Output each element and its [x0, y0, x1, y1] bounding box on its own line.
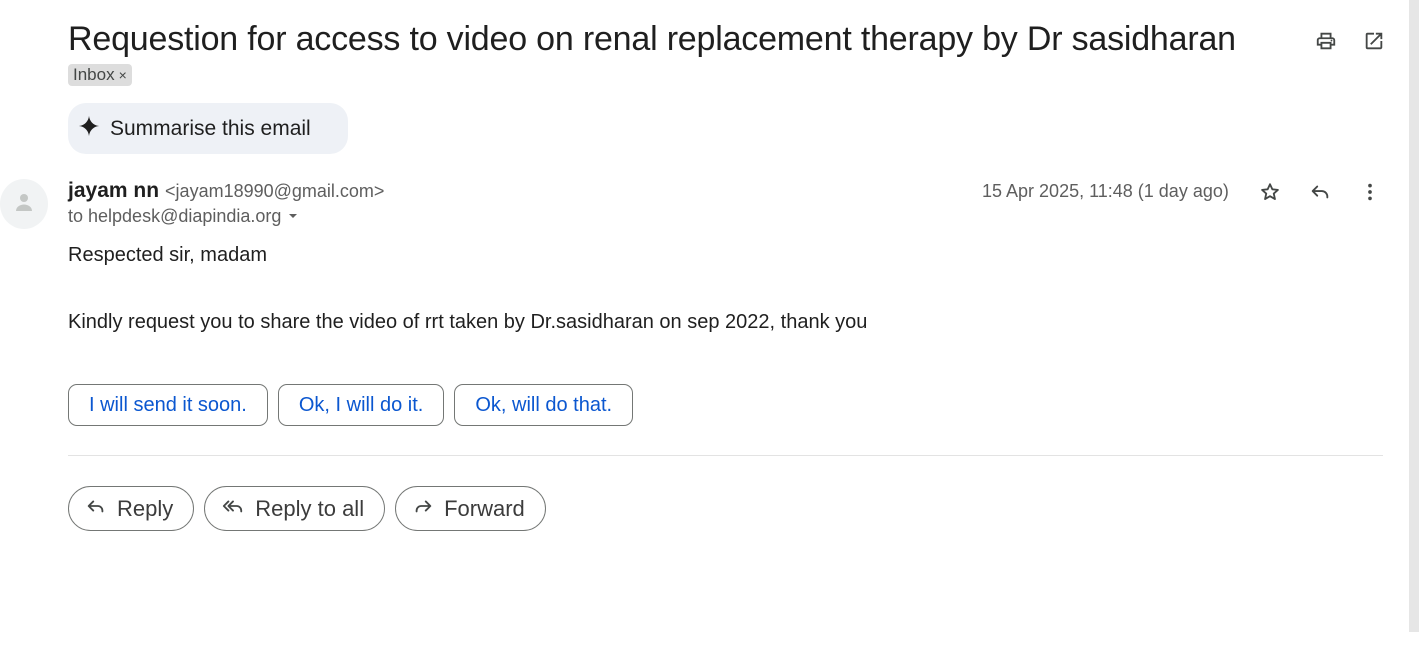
recipient-text: to helpdesk@diapindia.org: [68, 206, 282, 226]
email-subject: Requestion for access to video on renal …: [68, 20, 1236, 58]
print-icon[interactable]: [1313, 28, 1339, 54]
email-body: Kindly request you to share the video of…: [68, 311, 868, 333]
person-icon: [12, 190, 36, 219]
scrollbar[interactable]: [1409, 0, 1419, 632]
email-date: 15 Apr 2025, 11:48 (1 day ago): [982, 181, 1229, 201]
reply-all-icon: [221, 495, 245, 523]
summarise-label: Summarise this email: [110, 116, 311, 140]
open-in-new-icon[interactable]: [1361, 28, 1387, 54]
divider: [68, 455, 1383, 456]
star-icon[interactable]: [1257, 179, 1283, 205]
reply-all-button[interactable]: Reply to all: [204, 486, 386, 531]
caret-down-icon[interactable]: [287, 206, 299, 227]
reply-icon[interactable]: [1307, 179, 1333, 205]
smart-reply-button[interactable]: Ok, I will do it.: [277, 384, 445, 426]
forward-icon: [412, 495, 434, 523]
email-greeting: Respected sir, madam: [68, 244, 267, 266]
forward-button[interactable]: Forward: [395, 486, 546, 531]
recipient-details[interactable]: to helpdesk@diapindia.org: [68, 206, 299, 227]
label-remove-button[interactable]: ×: [119, 67, 127, 83]
reply-icon: [85, 495, 107, 523]
reply-actions: Reply Reply to all Forward: [68, 486, 546, 531]
label-chip-text: Inbox: [73, 65, 115, 84]
sender-email: <jayam18990@gmail.com>: [165, 181, 385, 201]
label-chip-inbox[interactable]: Inbox ×: [68, 64, 132, 86]
reply-label: Reply: [117, 495, 174, 521]
sparkle-icon: [78, 115, 100, 143]
more-vert-icon[interactable]: [1357, 179, 1383, 205]
reply-button[interactable]: Reply: [68, 486, 195, 531]
smart-reply-button[interactable]: I will send it soon.: [68, 384, 268, 426]
message-actions: [1257, 179, 1383, 205]
summarise-email-button[interactable]: Summarise this email: [68, 103, 348, 154]
forward-label: Forward: [444, 495, 525, 521]
smart-replies: I will send it soon. Ok, I will do it. O…: [68, 384, 634, 426]
email-view: Requestion for access to video on renal …: [0, 0, 1419, 659]
sender-name[interactable]: jayam nn: [68, 179, 159, 203]
reply-all-label: Reply to all: [255, 495, 365, 521]
thread-toolbar: [1313, 28, 1387, 54]
sender-info: jayam nn <jayam18990@gmail.com>: [68, 179, 384, 203]
avatar[interactable]: [0, 179, 48, 229]
smart-reply-button[interactable]: Ok, will do that.: [454, 384, 634, 426]
